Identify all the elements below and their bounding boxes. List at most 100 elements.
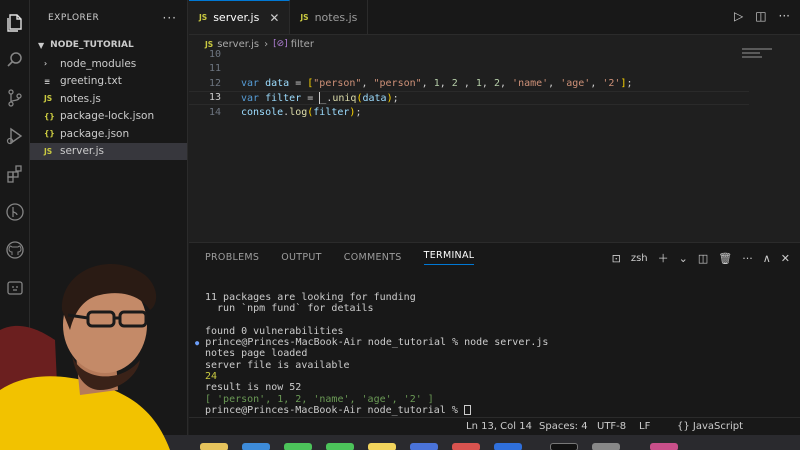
project-folder[interactable]: ▼ NODE_TUTORIAL xyxy=(30,35,187,55)
split-terminal-icon[interactable]: ◫ xyxy=(698,252,708,265)
trash-icon[interactable]: 🗑 xyxy=(718,252,732,265)
terminal-line: run `npm fund` for details xyxy=(205,303,374,315)
source-control-icon[interactable] xyxy=(5,88,25,108)
dock-app-icon[interactable] xyxy=(200,443,228,450)
close-icon[interactable]: ✕ xyxy=(269,11,279,25)
terminal-line: found 0 vulnerabilities xyxy=(205,325,344,337)
tab-label: notes.js xyxy=(314,10,358,24)
js-file-icon: JS xyxy=(199,13,208,22)
tree-item-label: server.js xyxy=(60,145,104,158)
json-file-icon: {} xyxy=(44,129,55,139)
explorer-header: EXPLORER ··· xyxy=(30,0,187,35)
tree-item-package-json[interactable]: {} package.json xyxy=(30,125,187,143)
more-actions-icon[interactable]: ··· xyxy=(742,252,753,265)
prompt-dot-icon: ● xyxy=(195,339,200,348)
status-bar: Ln 13, Col 14 Spaces: 4 UTF-8 LF {} Java… xyxy=(189,417,800,435)
more-actions-icon[interactable]: ··· xyxy=(163,11,177,25)
dock-app-icon[interactable] xyxy=(368,443,396,450)
tab-output[interactable]: OUTPUT xyxy=(281,252,322,263)
terminal-output[interactable]: 11 packages are looking for funding run … xyxy=(195,292,549,416)
line-number: 14 xyxy=(208,106,221,118)
tab-server-js[interactable]: JS server.js ✕ xyxy=(189,0,291,34)
editor-actions: ▷ ◫ ··· xyxy=(734,9,790,23)
language-label: JavaScript xyxy=(692,421,744,432)
project-name: NODE_TUTORIAL xyxy=(50,40,134,50)
dock-app-icon[interactable] xyxy=(410,443,438,450)
dock-app-icon[interactable] xyxy=(494,443,522,450)
chevron-down-icon: ▼ xyxy=(38,40,45,50)
tree-item-server-js[interactable]: JS server.js xyxy=(30,142,187,160)
terminal-line: [ 'person', 1, 2, 'name', 'age', '2' ] xyxy=(205,393,434,405)
language-mode[interactable]: {} JavaScript xyxy=(677,421,743,432)
code-line: 12 var data = ["person", "person", 1, 2 … xyxy=(189,76,749,91)
editor-area: JS server.js ✕ JS notes.js ▷ ◫ ··· JS se… xyxy=(189,0,800,242)
terminal-cursor xyxy=(463,404,471,415)
line-number: 11 xyxy=(208,63,221,75)
files-icon[interactable] xyxy=(5,12,25,32)
js-file-icon: JS xyxy=(44,146,53,156)
js-file-icon: JS xyxy=(44,94,53,104)
tab-terminal[interactable]: TERMINAL xyxy=(423,250,475,265)
line-ending[interactable]: LF xyxy=(639,421,650,432)
chevron-right-icon: › xyxy=(44,59,48,69)
js-file-icon: JS xyxy=(300,12,309,22)
tree-item-label: greeting.txt xyxy=(60,75,122,88)
terminal-line: 11 packages are looking for funding xyxy=(205,292,416,303)
tab-comments[interactable]: COMMENTS xyxy=(344,252,402,263)
line-number: 12 xyxy=(208,77,221,89)
new-terminal-icon[interactable]: ＋ xyxy=(658,250,669,266)
tree-item-label: package-lock.json xyxy=(60,110,155,123)
tree-item-label: notes.js xyxy=(60,92,101,105)
terminal-line: 24 xyxy=(205,371,218,383)
dock-app-icon[interactable] xyxy=(650,443,678,450)
code-text: console.log(filter); xyxy=(241,106,362,118)
tree-item-notes-js[interactable]: JS notes.js xyxy=(30,90,187,108)
indentation[interactable]: Spaces: 4 xyxy=(539,421,588,432)
shell-name[interactable]: zsh xyxy=(631,253,648,264)
terminal-line: notes page loaded xyxy=(205,348,308,360)
dock-app-icon[interactable] xyxy=(550,443,578,450)
dock-app-icon[interactable] xyxy=(242,443,270,450)
cursor-position[interactable]: Ln 13, Col 14 xyxy=(466,421,532,432)
split-editor-icon[interactable]: ◫ xyxy=(755,9,766,23)
chevron-down-icon[interactable]: ⌄ xyxy=(679,252,688,265)
code-text: var filter = _.uniq(data); xyxy=(241,91,399,104)
terminal-line: prince@Princes-MacBook-Air node_tutorial… xyxy=(205,404,464,416)
minimap[interactable] xyxy=(742,48,778,68)
close-icon[interactable]: ✕ xyxy=(781,252,790,265)
code-line: 14 console.log(filter); xyxy=(189,105,749,120)
dock-app-icon[interactable] xyxy=(284,443,312,450)
tree-item-greeting-txt[interactable]: ≡ greeting.txt xyxy=(30,73,187,91)
terminal-line: prince@Princes-MacBook-Air node_tutorial… xyxy=(205,337,549,349)
tab-problems[interactable]: PROBLEMS xyxy=(205,252,259,263)
code-editor[interactable]: 10 11 12 var data = ["person", "person",… xyxy=(189,47,749,120)
encoding[interactable]: UTF-8 xyxy=(597,421,626,432)
code-line: 11 xyxy=(189,62,749,77)
run-debug-icon[interactable] xyxy=(5,126,25,146)
line-number: 13 xyxy=(208,92,221,104)
braces-icon: {} xyxy=(677,421,693,432)
dock-app-icon[interactable] xyxy=(592,443,620,450)
explorer-title: EXPLORER xyxy=(48,12,100,23)
tree-item-package-lock-json[interactable]: {} package-lock.json xyxy=(30,108,187,126)
dock-app-icon[interactable] xyxy=(326,443,354,450)
tree-item-label: package.json xyxy=(60,127,130,140)
dock-app-icon[interactable] xyxy=(452,443,480,450)
tab-notes-js[interactable]: JS notes.js xyxy=(290,0,369,34)
tree-item-node-modules[interactable]: › node_modules xyxy=(30,55,187,73)
text-cursor xyxy=(319,91,321,104)
editor-tabs: JS server.js ✕ JS notes.js xyxy=(189,0,800,35)
extensions-icon[interactable] xyxy=(5,164,25,184)
terminal-line: server file is available xyxy=(205,359,350,371)
terminal-line: result is now 52 xyxy=(205,382,302,394)
search-icon[interactable] xyxy=(5,50,25,70)
terminal-line-prompt: prince@Princes-MacBook-Air node_tutorial… xyxy=(205,404,548,416)
chevron-up-icon[interactable]: ∧ xyxy=(763,252,771,265)
run-icon[interactable]: ▷ xyxy=(734,9,743,23)
more-actions-icon[interactable]: ··· xyxy=(779,9,790,23)
terminal-line-prompt: ● prince@Princes-MacBook-Air node_tutori… xyxy=(195,337,549,349)
json-file-icon: {} xyxy=(44,111,55,121)
git-graph-icon[interactable] xyxy=(5,202,25,222)
tab-label: server.js xyxy=(213,11,260,24)
